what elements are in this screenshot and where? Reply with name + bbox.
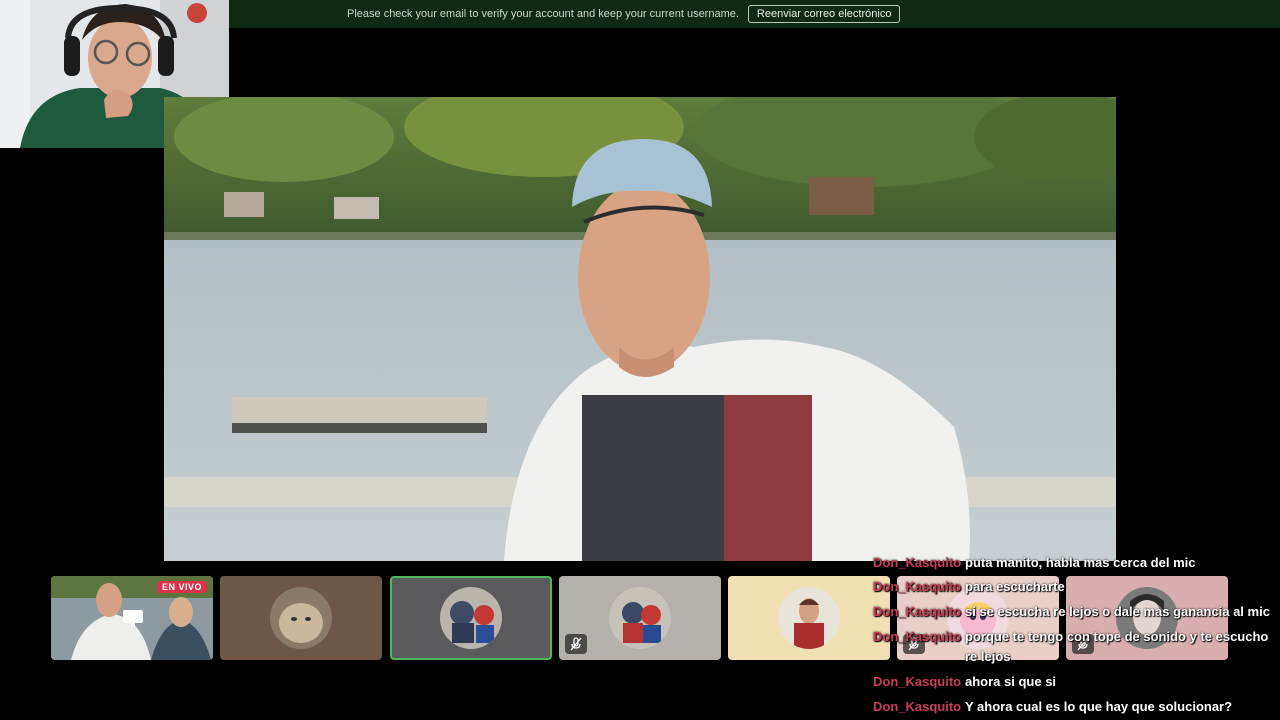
chat-text: puta manito, habla mas cerca del mic: [965, 555, 1196, 570]
chat-message: Don_Kasquito porque te tengo con tope de…: [873, 627, 1275, 667]
muted-mic-icon: [565, 634, 587, 654]
live-badge: EN VIVO: [156, 581, 207, 593]
avatar: [609, 587, 671, 649]
avatar: [778, 587, 840, 649]
resend-email-button[interactable]: Reenviar correo electrónico: [747, 5, 901, 23]
chat-text: para escucharte: [965, 579, 1065, 594]
chat-text: ahora si que si: [965, 674, 1057, 689]
avatar: [270, 587, 332, 649]
chat-username: Don_Kasquito: [873, 579, 962, 594]
participant-tile-active-speaker[interactable]: [390, 576, 552, 660]
participant-tile-screen-share[interactable]: EN VIVO: [51, 576, 213, 660]
screen-share-icon: [123, 610, 143, 623]
participant-tile[interactable]: [728, 576, 890, 660]
chat-message: Don_Kasquito si se escucha re lejos o da…: [873, 602, 1275, 622]
chat-message: Don_Kasquito para escucharte: [873, 577, 1275, 597]
chat-username: Don_Kasquito: [873, 674, 962, 689]
shared-video[interactable]: [164, 97, 1116, 561]
video-frame-image: [164, 97, 1116, 561]
chat-message: Don_Kasquito puta manito, habla mas cerc…: [873, 553, 1275, 573]
participant-tile[interactable]: [220, 576, 382, 660]
chat-message: Don_Kasquito ahora si que si: [873, 672, 1275, 692]
chat-username: Don_Kasquito: [873, 699, 962, 714]
chat-text: Y ahora cual es lo que hay que soluciona…: [965, 699, 1233, 714]
chat-text: si se escucha re lejos o dale mas gananc…: [965, 604, 1270, 619]
verify-email-message: Please check your email to verify your a…: [347, 8, 739, 20]
verify-email-banner: Please check your email to verify your a…: [229, 0, 1280, 28]
screen-share-icon-stand: [131, 623, 135, 627]
chat-username: Don_Kasquito: [873, 629, 962, 644]
chat-text: porque te tengo con tope de sonido y te …: [965, 629, 1269, 664]
chat-username: Don_Kasquito: [873, 555, 962, 570]
avatar: [440, 587, 502, 649]
participant-tile[interactable]: [559, 576, 721, 660]
chat-username: Don_Kasquito: [873, 604, 962, 619]
chat-message: Don_Kasquito Y ahora cual es lo que hay …: [873, 697, 1275, 717]
